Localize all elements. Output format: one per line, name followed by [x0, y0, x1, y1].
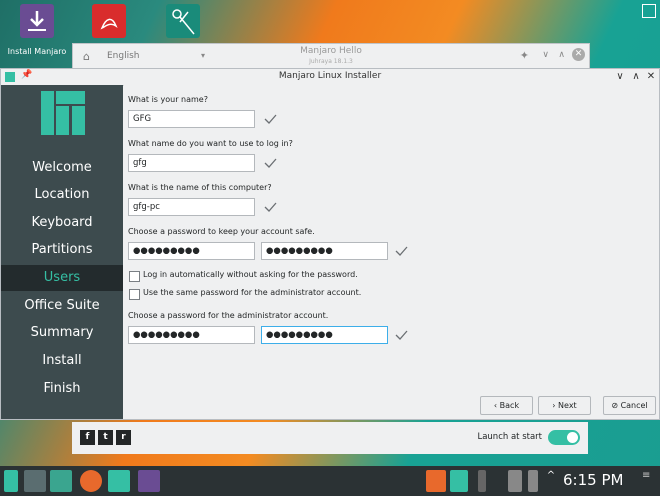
launch-at-start-label: Launch at start	[477, 432, 542, 442]
nav-welcome: Welcome	[32, 160, 92, 175]
next-label: Next	[558, 401, 577, 410]
toggle-knob	[567, 432, 578, 443]
desktop-icon-pdf[interactable]	[74, 4, 144, 38]
nav-users: Users	[1, 265, 123, 291]
desktop-pager-icon[interactable]	[24, 470, 46, 492]
maximize-icon[interactable]: ∧	[558, 50, 565, 60]
computer-name-field[interactable]: gfg-pc	[128, 198, 255, 216]
back-label: Back	[499, 401, 520, 410]
nav-keyboard: Keyboard	[31, 215, 93, 230]
cancel-label: Cancel	[620, 401, 648, 410]
sparkle-icon[interactable]: ✦	[520, 49, 529, 62]
checkmark-icon	[395, 246, 408, 256]
same-password-label[interactable]: Use the same password for the administra…	[143, 288, 361, 297]
desktop-icon-label: Install Manjaro	[7, 47, 67, 56]
admin-password-label: Choose a password for the administrator …	[128, 311, 329, 320]
password-label: Choose a password to keep your account s…	[128, 227, 315, 236]
panel-settings-icon[interactable]: ≡	[642, 470, 654, 492]
nav-finish: Finish	[43, 381, 81, 396]
desktop-icon-install[interactable]: Install Manjaro	[2, 4, 72, 56]
minimize-icon[interactable]: ∨	[542, 50, 549, 60]
nav-partitions: Partitions	[31, 242, 93, 257]
computer-label: What is the name of this computer?	[128, 183, 272, 192]
window-title: Manjaro Linux Installer	[278, 71, 382, 81]
clipboard-icon[interactable]	[450, 470, 468, 492]
installer-window: 📌 Manjaro Linux Installer ∨ ∧ ✕ Welcome …	[0, 68, 660, 420]
hello-subtitle: Juhraya 18.1.3	[309, 58, 353, 65]
network-icon[interactable]	[508, 470, 522, 492]
manjaro-logo	[41, 91, 85, 135]
cancel-icon: ⊘	[611, 401, 621, 410]
password-confirm-field[interactable]: ●●●●●●●●●	[261, 242, 388, 260]
name-label: What is your name?	[128, 95, 208, 104]
back-button[interactable]: ‹ Back	[480, 396, 533, 415]
checkmark-icon	[264, 202, 277, 212]
cancel-button[interactable]: ⊘ Cancel	[603, 396, 656, 415]
firefox-icon[interactable]	[80, 470, 102, 492]
checkmark-icon	[264, 158, 277, 168]
taskbar: ^ 6:15 PM ≡	[0, 466, 660, 496]
pdf-icon	[92, 4, 126, 38]
sidebar: Welcome Location Keyboard Partitions Use…	[1, 85, 123, 419]
nav-location: Location	[34, 187, 90, 202]
system-tray-icon[interactable]	[426, 470, 446, 492]
install-task-icon[interactable]	[138, 470, 160, 492]
volume-icon[interactable]	[528, 470, 538, 492]
nav-install: Install	[42, 353, 82, 368]
titlebar[interactable]: 📌 Manjaro Linux Installer ∨ ∧ ✕	[1, 69, 659, 86]
next-button[interactable]: › Next	[538, 396, 591, 415]
twitter-icon[interactable]: t	[98, 430, 113, 445]
login-field[interactable]: gfg	[128, 154, 255, 172]
clock[interactable]: 6:15 PM	[563, 471, 623, 489]
facebook-icon[interactable]: f	[80, 430, 95, 445]
close-icon[interactable]: ✕	[644, 70, 658, 84]
name-field[interactable]: GFG	[128, 110, 255, 128]
login-label: What name do you want to use to log in?	[128, 139, 293, 148]
desktop-icon-tool[interactable]	[148, 4, 218, 38]
chevron-up-icon[interactable]: ^	[546, 470, 556, 492]
hello-title: Manjaro Hello	[300, 46, 362, 56]
file-manager-icon[interactable]	[50, 470, 72, 492]
scissors-icon	[166, 4, 200, 38]
install-icon	[20, 4, 54, 38]
same-password-checkbox[interactable]	[129, 289, 140, 300]
maximize-icon[interactable]: ∧	[629, 70, 643, 84]
app-menu-icon[interactable]	[4, 470, 18, 492]
admin-password-field[interactable]: ●●●●●●●●●	[128, 326, 255, 344]
reddit-icon[interactable]: r	[116, 430, 131, 445]
desktop-corner-icon[interactable]	[642, 4, 656, 18]
autologin-checkbox[interactable]	[129, 271, 140, 282]
autologin-label[interactable]: Log in automatically without asking for …	[143, 270, 358, 279]
nav-summary: Summary	[30, 325, 94, 340]
hello-footer: f t r Launch at start	[72, 422, 588, 454]
usb-icon[interactable]	[478, 470, 486, 492]
minimize-icon[interactable]: ∨	[613, 70, 627, 84]
launch-at-start-toggle[interactable]	[548, 430, 580, 445]
installer-task-icon[interactable]	[108, 470, 130, 492]
close-icon[interactable]: ✕	[572, 48, 585, 61]
users-form: What is your name? GFG What name do you …	[124, 85, 659, 419]
checkmark-icon	[395, 330, 408, 340]
nav-office-suite: Office Suite	[24, 298, 100, 313]
password-field[interactable]: ●●●●●●●●●	[128, 242, 255, 260]
hello-window-header: ⌂ English ▾ Manjaro Hello Juhraya 18.1.3…	[72, 43, 590, 71]
checkmark-icon	[264, 114, 277, 124]
admin-password-confirm-field[interactable]: ●●●●●●●●●	[261, 326, 388, 344]
